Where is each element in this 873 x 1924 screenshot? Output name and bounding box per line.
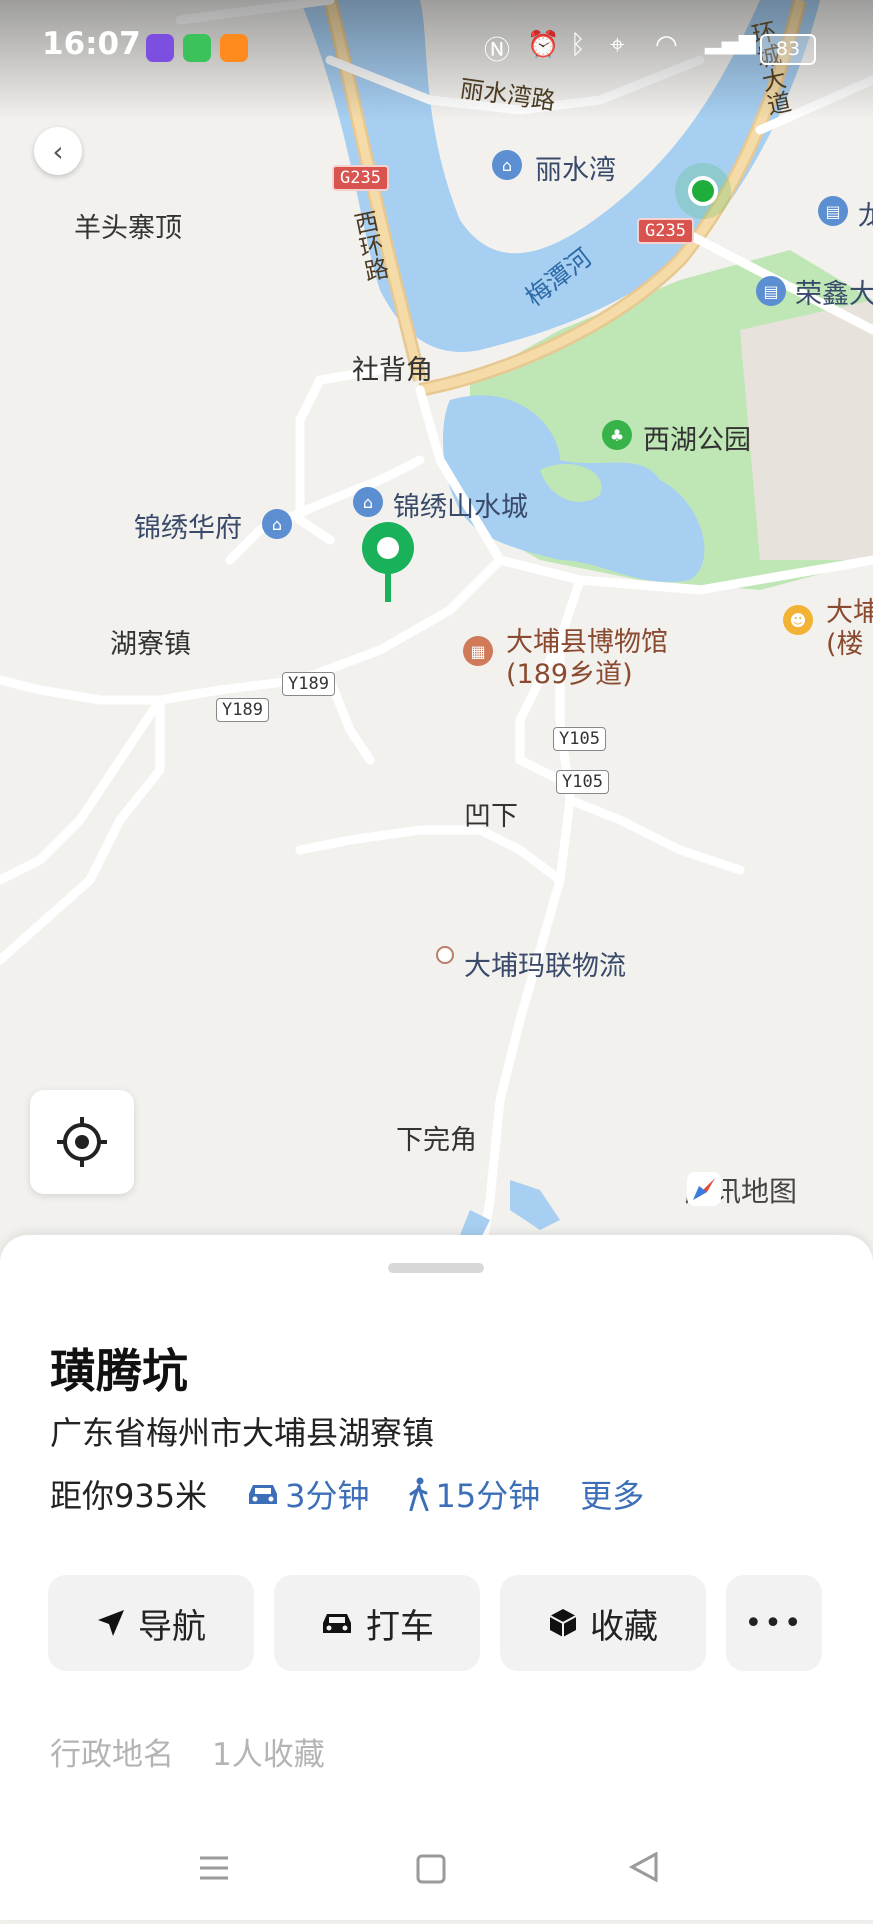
more-link[interactable]: 更多	[580, 1471, 644, 1517]
map-label-loupan: (楼	[826, 629, 864, 660]
favorite-button[interactable]: 收藏	[500, 1575, 706, 1671]
place-address: 广东省梅州市大埔县湖寮镇	[50, 1414, 435, 1452]
crosshair-icon	[57, 1117, 107, 1167]
navigate-label: 导航	[138, 1606, 206, 1647]
walk-icon	[409, 1477, 429, 1511]
place-title: 璜腾坑	[50, 1344, 188, 1398]
drive-time: 3分钟	[285, 1477, 370, 1515]
favorite-label: 收藏	[590, 1606, 658, 1647]
shop-icon: ☻	[783, 605, 813, 635]
chevron-left-icon: ‹	[52, 134, 64, 168]
map-label-xihu-park: 西湖公园	[643, 425, 751, 456]
taxi-label: 打车	[366, 1606, 434, 1647]
map-label-jinxiu-city: 锦绣山水城	[393, 492, 528, 523]
residential-icon: ⌂	[262, 509, 292, 539]
cube-icon	[549, 1609, 577, 1637]
road-shield-g235: G235	[332, 165, 389, 191]
back-nav-button[interactable]	[610, 1840, 680, 1900]
place-tags: 行政地名 1人收藏	[50, 1729, 325, 1774]
more-actions-button[interactable]: •••	[726, 1575, 822, 1671]
map-label-yangtou: 羊头寨顶	[74, 213, 182, 244]
home-nav-button[interactable]	[396, 1840, 466, 1900]
drive-time-link[interactable]: 3分钟	[245, 1471, 369, 1517]
back-button[interactable]: ‹	[34, 127, 82, 175]
car-icon	[249, 1485, 278, 1504]
map-label-lishuiwan: 丽水湾	[535, 155, 616, 186]
nfc-icon: Ⓝ	[484, 36, 511, 66]
road-shield-y105: Y105	[553, 727, 606, 751]
map-label-jinxiu-huafu: 锦绣华府	[134, 513, 242, 544]
status-time: 16:07	[42, 26, 141, 62]
system-nav-bar	[0, 1820, 873, 1920]
road-shield-y189: Y189	[216, 698, 269, 722]
place-type-tag: 行政地名	[50, 1737, 174, 1773]
status-bar: 16:07 Ⓝ ⏰ ᛒ ⌖ ◠ ▂▄▆ 83	[0, 0, 873, 90]
app-notification-icon	[146, 34, 174, 62]
map-label-shebeijiao: 社背角	[352, 355, 433, 386]
distance-text: 距你935米	[50, 1477, 208, 1515]
favorite-count-tag: 1人收藏	[212, 1737, 325, 1773]
walk-time: 15分钟	[435, 1477, 541, 1515]
road-shield-y105: Y105	[556, 770, 609, 794]
map-label-huliao: 湖寮镇	[110, 629, 191, 660]
road-shield-g235: G235	[637, 218, 694, 244]
wifi-icon: ◠	[655, 30, 678, 60]
museum-icon: ▦	[463, 636, 493, 666]
road-shield-y189: Y189	[282, 672, 335, 696]
building-icon: ▤	[818, 196, 848, 226]
map-label-logistics: 大埔玛联物流	[464, 951, 626, 982]
navigation-arrow-icon	[98, 1610, 124, 1636]
map-label-rongxin: 荣鑫大	[795, 279, 873, 310]
map-label-xiawanjiao: 下完角	[396, 1125, 477, 1156]
alarm-icon: ⏰	[527, 30, 560, 60]
tencent-map-logo: 腾讯地图	[685, 1170, 797, 1210]
tencent-map-icon	[687, 1172, 721, 1206]
more-dots-icon: •••	[744, 1605, 804, 1641]
signal-icon: ▂▄▆	[705, 30, 756, 55]
action-bar: 导航 打车 收藏 •••	[48, 1575, 822, 1671]
taxi-icon	[323, 1614, 351, 1633]
navigate-button[interactable]: 导航	[48, 1575, 254, 1671]
map-label-aoxia: 凹下	[464, 801, 518, 832]
app-notification-icon	[183, 34, 211, 62]
app-notification-icon	[220, 34, 248, 62]
location-icon: ⌖	[610, 30, 625, 60]
map-label-museum-sub: (189乡道)	[506, 659, 633, 690]
map-label-long: 龙	[858, 201, 873, 232]
place-meta: 距你935米 3分钟 15分钟 更多	[50, 1471, 644, 1517]
building-icon: ▤	[756, 276, 786, 306]
my-location-button[interactable]	[30, 1090, 134, 1194]
map-view[interactable]: 丽水湾路 ⌂ 丽水湾 羊头寨顶 西环路 梅潭河 社背角 ♣ 西湖公园 ⌂ 锦绣山…	[0, 0, 873, 1260]
place-detail-sheet: 璜腾坑 广东省梅州市大埔县湖寮镇 距你935米 3分钟 15分钟 更多 导航 打…	[0, 1235, 873, 1920]
taxi-button[interactable]: 打车	[274, 1575, 480, 1671]
logistics-icon	[436, 946, 454, 964]
park-icon: ♣	[602, 420, 632, 450]
battery-icon: 83	[760, 34, 816, 65]
bluetooth-icon: ᛒ	[570, 30, 586, 60]
residential-icon: ⌂	[353, 487, 383, 517]
menu-nav-button[interactable]	[180, 1840, 250, 1900]
walk-time-link[interactable]: 15分钟	[407, 1471, 540, 1517]
residential-icon: ⌂	[492, 150, 522, 180]
drag-handle[interactable]	[388, 1263, 484, 1273]
